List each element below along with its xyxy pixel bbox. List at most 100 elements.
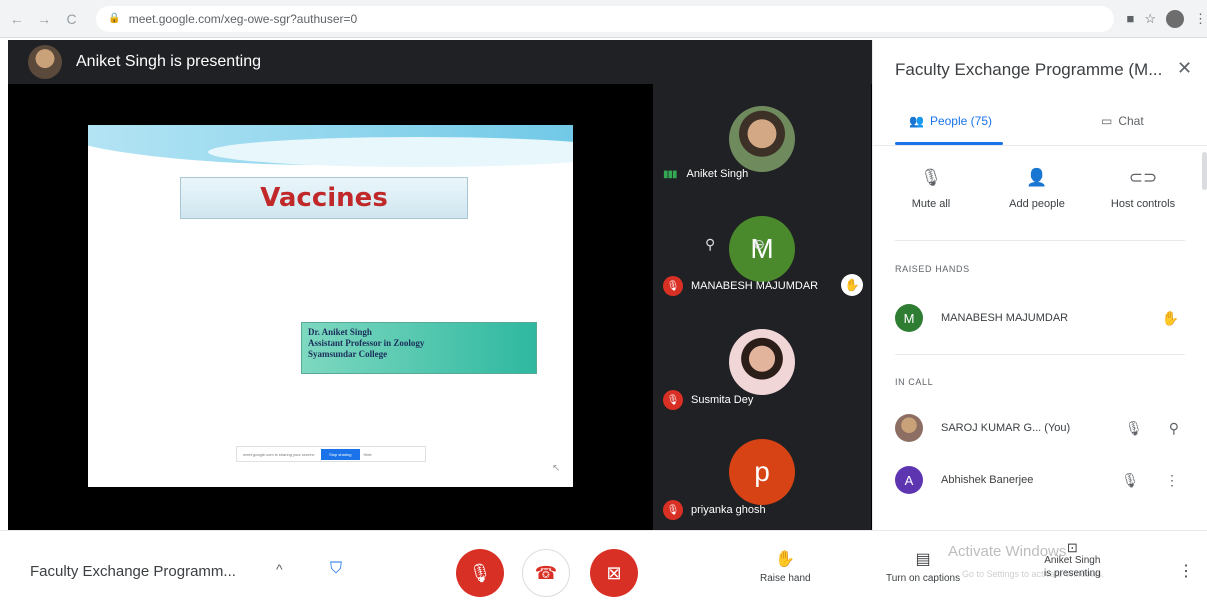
avatar — [895, 414, 923, 442]
kebab-menu-icon[interactable]: ⋮ — [1194, 11, 1207, 27]
row-actions: 🎙 ⚲ — [1125, 420, 1185, 437]
screen-share-notice: meet.google.com is sharing your screen. … — [236, 446, 426, 462]
in-call-row[interactable]: SAROJ KUMAR G... (You) 🎙 ⚲ — [895, 410, 1185, 446]
section-divider — [895, 240, 1185, 241]
people-icon: 👥 — [909, 114, 924, 128]
mic-off-icon: 🎙 — [663, 276, 683, 296]
lower-hand-icon[interactable]: ✋ — [1162, 310, 1179, 327]
pin-icon[interactable]: ⚲ — [705, 236, 715, 253]
stop-sharing-button[interactable]: Stop sharing — [321, 448, 360, 460]
presenting-name: Aniket Singh — [1044, 555, 1101, 566]
raise-hand-label: Raise hand — [760, 573, 811, 584]
chevron-up-icon[interactable]: ^ — [276, 561, 283, 577]
row-actions: ✋ — [1162, 310, 1185, 327]
mic-off-icon[interactable]: 🎙 — [1121, 472, 1139, 489]
mute-all-button[interactable]: 🎙 Mute all — [881, 168, 981, 210]
hide-notice-button[interactable]: Hide — [364, 452, 372, 457]
panel-scrollbar[interactable] — [1202, 152, 1207, 190]
participant-name: MANABESH MAJUMDAR — [941, 312, 1069, 324]
tab-people[interactable]: 👥 People (75) — [909, 114, 992, 128]
tab-chat[interactable]: ▭ Chat — [1101, 114, 1144, 128]
back-icon[interactable]: ← — [6, 8, 27, 30]
mic-off-icon: 🎙 — [663, 390, 683, 410]
hand-icon: ✋ — [775, 551, 796, 568]
chat-icon: ▭ — [1101, 114, 1113, 128]
in-call-heading: IN CALL — [895, 377, 934, 387]
profile-avatar[interactable] — [1165, 9, 1184, 28]
in-call-row[interactable]: A Abhishek Banerjee 🎙 ⋮ — [895, 462, 1185, 498]
cursor-icon: ↖ — [552, 463, 561, 474]
mute-all-label: Mute all — [911, 198, 951, 210]
url-text: meet.google.com/xeg-owe-sgr?authuser=0 — [128, 11, 358, 26]
presenter-label: Aniket Singh is presenting — [76, 53, 261, 70]
share-notice-text: meet.google.com is sharing your screen. — [243, 451, 316, 457]
meeting-title[interactable]: Faculty Exchange Programm... — [30, 563, 236, 580]
tile-hover-controls: ⚲ ⊖ — [705, 236, 765, 253]
tile-label-aniket: ▮▮▮ Aniket Singh — [663, 168, 748, 180]
hang-up-icon: ☎ — [534, 562, 558, 583]
raised-hand-row[interactable]: M MANABESH MAJUMDAR ✋ — [895, 300, 1185, 336]
add-person-icon: 👤 — [1026, 168, 1048, 187]
tile-label-manabesh: 🎙 MANABESH MAJUMDAR — [663, 276, 818, 296]
host-controls-button[interactable]: ⊂⊃ Host controls — [1093, 168, 1193, 210]
tile-name-manabesh: MANABESH MAJUMDAR — [691, 280, 819, 292]
mic-off-icon[interactable]: 🎙 — [1125, 420, 1143, 437]
mic-off-icon: 🎙 — [920, 168, 942, 187]
presenter-avatar — [28, 45, 62, 79]
tab-people-label: People (75) — [929, 114, 992, 128]
reload-icon[interactable]: C — [61, 8, 82, 30]
microphone-toggle-button[interactable]: 🎙 — [456, 549, 504, 597]
camera-icon[interactable]: ■ — [1126, 11, 1134, 26]
tile-label-priyanka: 🎙 priyanka ghosh — [663, 500, 766, 520]
leave-call-button[interactable]: ☎ — [522, 549, 570, 597]
presenter-bar: Aniket Singh is presenting — [8, 40, 872, 84]
browser-actions: ■ ☆ ⋮ — [1126, 9, 1207, 28]
close-icon[interactable]: ✕ — [1177, 58, 1192, 79]
tab-divider — [873, 145, 1207, 146]
more-options-icon[interactable]: ⋮ — [1165, 472, 1179, 489]
author-college: Syamsundar College — [308, 349, 388, 359]
camera-off-icon: ⊠ — [606, 562, 622, 583]
tile-avatar-susmita — [729, 329, 795, 395]
raised-hands-heading: RAISED HANDS — [895, 264, 970, 274]
participant-name: SAROJ KUMAR G... (You) — [941, 422, 1071, 434]
more-options-icon[interactable]: ⊖ — [753, 236, 765, 253]
address-bar[interactable]: 🔒 meet.google.com/xeg-owe-sgr?authuser=0 — [96, 5, 1115, 32]
panel-title: Faculty Exchange Programme (M... — [895, 60, 1163, 79]
tile-avatar-aniket — [729, 106, 795, 172]
tile-name-aniket: Aniket Singh — [686, 168, 749, 180]
shield-icon[interactable]: ⛉ — [330, 560, 350, 582]
star-icon[interactable]: ☆ — [1144, 11, 1156, 27]
presenting-label: is presenting — [1044, 568, 1101, 579]
more-options-icon[interactable]: ⋮ — [1178, 561, 1194, 581]
camera-toggle-button[interactable]: ⊠ — [590, 549, 638, 597]
toggle-icon: ⊂⊃ — [1128, 168, 1158, 187]
avatar: A — [895, 466, 923, 494]
row-actions: 🎙 ⋮ — [1121, 472, 1185, 489]
captions-label: Turn on captions — [886, 573, 961, 584]
slide-author-box: Dr. Aniket Singh Assistant Professor in … — [301, 322, 537, 374]
author-name: Dr. Aniket Singh — [308, 327, 372, 337]
shared-slide: Vaccines Dr. Aniket Singh Assistant Prof… — [88, 125, 573, 487]
tile-label-susmita: 🎙 Susmita Dey — [663, 390, 753, 410]
participant-name: Abhishek Banerjee — [941, 474, 1034, 486]
slide-title: Vaccines — [260, 183, 388, 213]
forward-icon[interactable]: → — [33, 8, 54, 30]
add-people-button[interactable]: 👤 Add people — [987, 168, 1087, 210]
avatar: M — [895, 304, 923, 332]
add-people-label: Add people — [1009, 198, 1065, 210]
present-screen-icon: ⊡ — [1066, 540, 1078, 555]
mic-off-icon: 🎙 — [663, 500, 683, 520]
tab-chat-label: Chat — [1118, 114, 1144, 128]
tile-name-susmita: Susmita Dey — [691, 394, 754, 406]
browser-toolbar: ← → C 🔒 meet.google.com/xeg-owe-sgr?auth… — [0, 0, 1207, 38]
presenting-indicator[interactable]: ⊡ Aniket Singh is presenting — [1044, 541, 1101, 580]
raise-hand-button[interactable]: ✋ Raise hand — [760, 549, 811, 584]
section-divider — [895, 354, 1185, 355]
tile-name-priyanka: priyanka ghosh — [691, 504, 766, 516]
author-position: Assistant Professor in Zoology — [308, 338, 425, 348]
meeting-controls-bar: Faculty Exchange Programm... ^ ⛉ 🎙 ☎ ⊠ ✋… — [0, 530, 1207, 608]
people-panel: Faculty Exchange Programme (M... ✕ 👥 Peo… — [872, 40, 1207, 530]
speaking-indicator-icon: ▮▮▮ — [663, 168, 677, 180]
pin-icon[interactable]: ⚲ — [1169, 420, 1179, 437]
